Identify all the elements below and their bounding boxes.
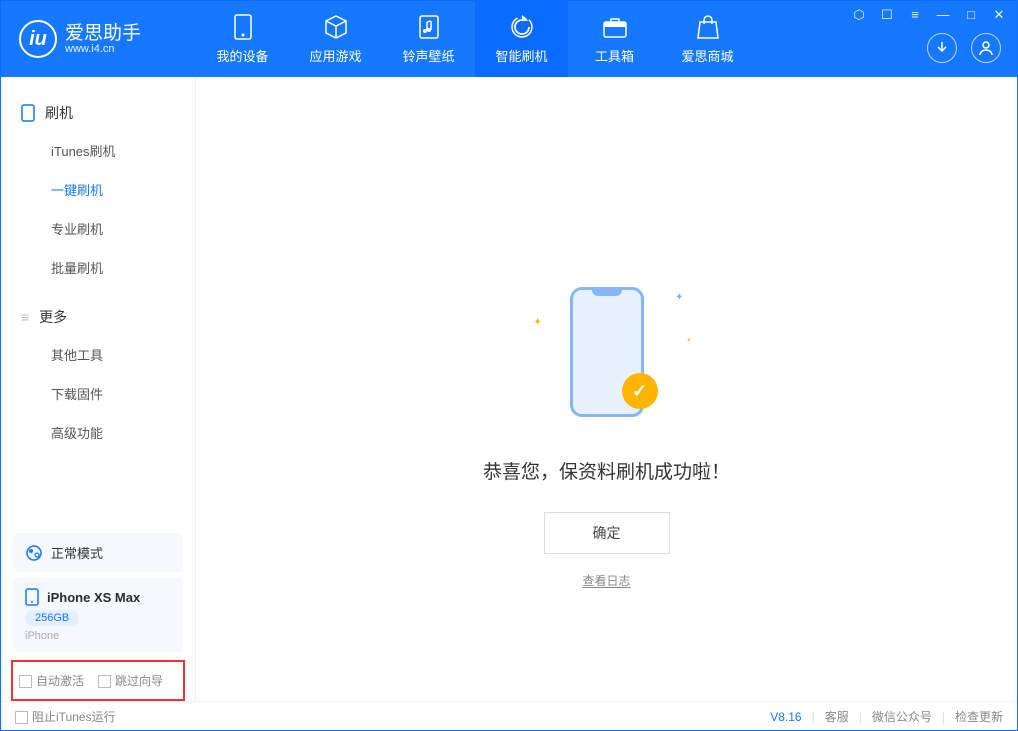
device-name-text: iPhone XS Max xyxy=(47,590,140,605)
logo-icon: iu xyxy=(19,20,57,58)
footer-link-support[interactable]: 客服 xyxy=(825,708,849,725)
storage-badge: 256GB xyxy=(25,610,79,626)
close-button[interactable]: ✕ xyxy=(991,7,1007,23)
sidebar-item-advanced[interactable]: 高级功能 xyxy=(1,413,195,452)
menu-icon: ≡ xyxy=(21,309,29,325)
check-icon: ✓ xyxy=(622,373,658,409)
tab-apps-games[interactable]: 应用游戏 xyxy=(289,1,382,77)
sidebar-item-batch-flash[interactable]: 批量刷机 xyxy=(1,248,195,287)
sidebar-item-other-tools[interactable]: 其他工具 xyxy=(1,335,195,374)
menu-icon[interactable]: ≡ xyxy=(907,7,923,23)
tab-toolbox[interactable]: 工具箱 xyxy=(568,1,661,77)
minimize-button[interactable]: ― xyxy=(935,7,951,23)
sidebar: 刷机 iTunes刷机 一键刷机 专业刷机 批量刷机 ≡ 更多 其他工具 下载固… xyxy=(1,77,196,701)
footer-link-update[interactable]: 检查更新 xyxy=(955,708,1003,725)
status-bar: 阻止iTunes运行 V8.16 | 客服 | 微信公众号 | 检查更新 xyxy=(1,701,1017,731)
success-message: 恭喜您，保资料刷机成功啦！ xyxy=(483,457,730,484)
mode-card[interactable]: 正常模式 xyxy=(13,533,183,572)
view-log-link[interactable]: 查看日志 xyxy=(582,572,630,589)
device-icon xyxy=(25,588,39,606)
mode-label: 正常模式 xyxy=(51,543,103,562)
footer-link-wechat[interactable]: 微信公众号 xyxy=(872,708,932,725)
tab-label: 我的设备 xyxy=(216,46,268,65)
sidebar-item-oneclick-flash[interactable]: 一键刷机 xyxy=(1,170,195,209)
phone-illustration: ✦ ✦ ✦ ✓ xyxy=(562,277,652,427)
tab-label: 应用游戏 xyxy=(309,46,361,65)
main-content: ✦ ✦ ✦ ✓ 恭喜您，保资料刷机成功啦！ 确定 查看日志 xyxy=(196,77,1017,701)
checkbox-auto-activate[interactable]: 自动激活 xyxy=(19,672,84,689)
sparkle-icon: ✦ xyxy=(686,337,691,344)
tab-label: 爱思商城 xyxy=(681,46,733,65)
sidebar-item-itunes-flash[interactable]: iTunes刷机 xyxy=(1,131,195,170)
highlighted-options: 自动激活 跳过向导 xyxy=(11,660,185,701)
device-type: iPhone xyxy=(25,630,59,642)
sidebar-group-flash: 刷机 xyxy=(1,95,195,131)
tab-smart-flash[interactable]: 智能刷机 xyxy=(475,1,568,77)
phone-icon xyxy=(21,104,35,122)
cube-icon xyxy=(323,14,349,40)
app-header: iu 爱思助手 www.i4.cn 我的设备 应用游戏 铃声壁纸 智能刷机 工具… xyxy=(1,1,1017,77)
tab-store[interactable]: 爱思商城 xyxy=(661,1,754,77)
tab-label: 工具箱 xyxy=(595,46,634,65)
app-title: 爱思助手 xyxy=(65,24,141,43)
header-actions xyxy=(927,33,1001,63)
success-panel: ✦ ✦ ✦ ✓ 恭喜您，保资料刷机成功啦！ 确定 查看日志 xyxy=(196,277,1017,589)
checkbox-skip-guide[interactable]: 跳过向导 xyxy=(98,672,163,689)
sidebar-group-more: ≡ 更多 xyxy=(1,299,195,335)
checkbox-block-itunes[interactable]: 阻止iTunes运行 xyxy=(15,708,116,725)
window-controls: ⬡ ☐ ≡ ― □ ✕ xyxy=(851,7,1007,23)
feedback-icon[interactable]: ☐ xyxy=(879,7,895,23)
maximize-button[interactable]: □ xyxy=(963,7,979,23)
app-subtitle: www.i4.cn xyxy=(65,43,141,55)
download-icon[interactable] xyxy=(927,33,957,63)
sparkle-icon: ✦ xyxy=(675,292,683,303)
sidebar-item-download-firmware[interactable]: 下载固件 xyxy=(1,374,195,413)
device-icon xyxy=(230,14,256,40)
bag-icon xyxy=(695,14,721,40)
tab-ringtones-wallpapers[interactable]: 铃声壁纸 xyxy=(382,1,475,77)
shirt-icon[interactable]: ⬡ xyxy=(851,7,867,23)
tab-my-device[interactable]: 我的设备 xyxy=(196,1,289,77)
tab-label: 铃声壁纸 xyxy=(402,46,454,65)
tab-label: 智能刷机 xyxy=(495,46,547,65)
user-icon[interactable] xyxy=(971,33,1001,63)
sparkle-icon: ✦ xyxy=(534,317,542,328)
device-card[interactable]: iPhone XS Max 256GB iPhone xyxy=(13,578,183,652)
music-icon xyxy=(416,14,442,40)
ok-button[interactable]: 确定 xyxy=(544,512,670,554)
main-tabs: 我的设备 应用游戏 铃声壁纸 智能刷机 工具箱 爱思商城 xyxy=(196,1,754,77)
logo[interactable]: iu 爱思助手 www.i4.cn xyxy=(1,20,196,58)
toolbox-icon xyxy=(602,14,628,40)
sidebar-item-pro-flash[interactable]: 专业刷机 xyxy=(1,209,195,248)
refresh-icon xyxy=(509,14,535,40)
mode-icon xyxy=(25,544,43,562)
version-label: V8.16 xyxy=(770,710,801,724)
